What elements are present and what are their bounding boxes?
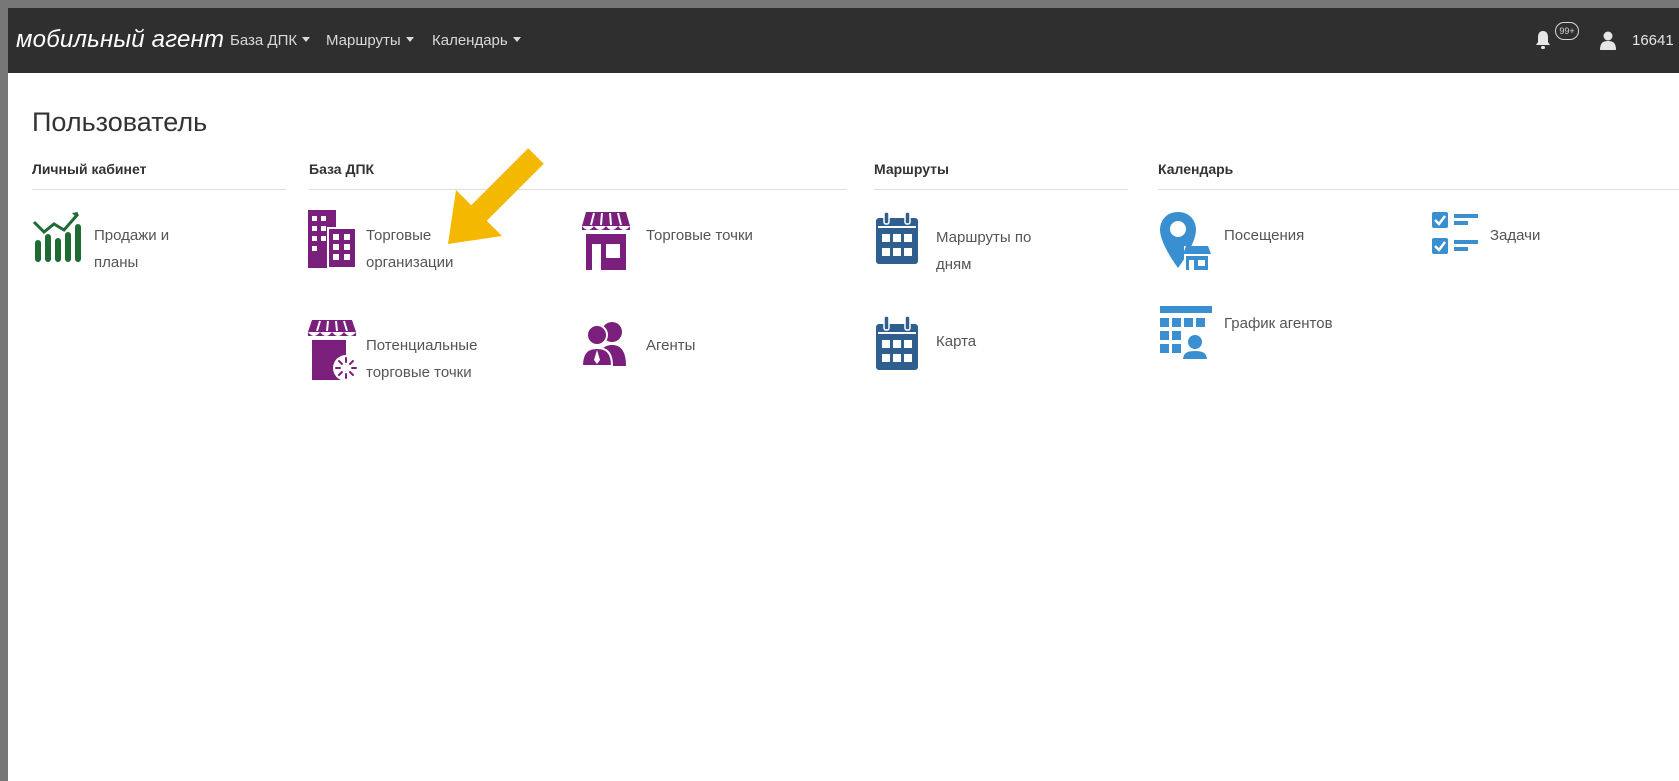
user-id[interactable]: 16641 — [1632, 32, 1674, 49]
sales-chart-icon — [32, 212, 81, 262]
schedule-icon — [1160, 306, 1212, 361]
calendar-map-icon — [876, 315, 918, 370]
agents-icon — [580, 322, 626, 367]
tile-routes-by-days[interactable]: Маршруты по дням — [874, 210, 1094, 280]
checklist-icon — [1432, 212, 1478, 254]
tile-label: дням — [936, 256, 972, 273]
tile-visits[interactable]: Посещения — [1158, 210, 1358, 280]
tile-label: торговые точки — [366, 364, 472, 381]
section-divider — [309, 189, 847, 190]
nav-menu-dpk[interactable]: База ДПК — [230, 32, 311, 49]
nav-menu-label: Маршруты — [326, 32, 401, 49]
page-title: Пользователь — [32, 107, 208, 137]
tile-label: Карта — [936, 333, 977, 350]
notification-badge[interactable]: 99+ — [1555, 22, 1579, 40]
app-window: мобильный агент База ДПК Маршруты Календ… — [8, 8, 1679, 781]
tile-label: Торговые — [366, 227, 432, 244]
map-pin-store-icon — [1160, 212, 1211, 270]
user-icon[interactable] — [1599, 30, 1617, 50]
section-divider — [874, 189, 1128, 190]
section-divider — [32, 189, 286, 190]
section-title-calendar: Календарь — [1158, 161, 1234, 177]
pointer-arrow-icon — [448, 148, 544, 244]
caret-down-icon — [405, 37, 414, 42]
section-title-cabinet: Личный кабинет — [32, 161, 147, 177]
nav-menu-calendar[interactable]: Календарь — [432, 32, 521, 49]
tile-label: Потенциальные — [366, 337, 478, 354]
bell-icon[interactable] — [1535, 30, 1551, 50]
tile-label: Посещения — [1224, 227, 1305, 244]
section-title-routes: Маршруты — [874, 161, 949, 177]
nav-menu-routes[interactable]: Маршруты — [326, 32, 414, 49]
tile-potential-points[interactable]: Потенциальные торговые точки — [306, 318, 526, 388]
storefront-icon — [582, 212, 630, 270]
tile-agents[interactable]: Агенты — [580, 320, 780, 380]
tile-label: организации — [366, 254, 454, 271]
tile-label: планы — [94, 254, 139, 271]
section-divider — [1158, 189, 1679, 190]
caret-down-icon — [512, 37, 521, 42]
tile-map[interactable]: Карта — [874, 314, 1074, 384]
caret-down-icon — [302, 37, 311, 42]
potential-store-icon — [308, 320, 359, 381]
top-navbar: мобильный агент База ДПК Маршруты Календ… — [8, 8, 1679, 73]
nav-menu-label: База ДПК — [230, 32, 298, 49]
tile-sales-plans[interactable]: Продажи и планы — [32, 210, 232, 280]
brand-logo[interactable]: мобильный агент — [16, 26, 224, 54]
tile-label: График агентов — [1224, 315, 1333, 332]
tile-label: Торговые точки — [646, 227, 753, 244]
section-title-dpk: База ДПК — [309, 161, 375, 177]
tile-agent-schedule[interactable]: График агентов — [1158, 304, 1378, 374]
tile-label: Маршруты по — [936, 229, 1032, 246]
calendar-icon — [876, 211, 918, 264]
tile-label: Агенты — [646, 337, 696, 354]
nav-menu-label: Календарь — [432, 32, 508, 49]
tile-trade-points[interactable]: Торговые точки — [580, 210, 800, 280]
tile-tasks[interactable]: Задачи — [1430, 210, 1630, 270]
buildings-icon — [308, 210, 357, 269]
tile-label: Продажи и — [94, 227, 170, 244]
tile-label: Задачи — [1490, 227, 1541, 244]
